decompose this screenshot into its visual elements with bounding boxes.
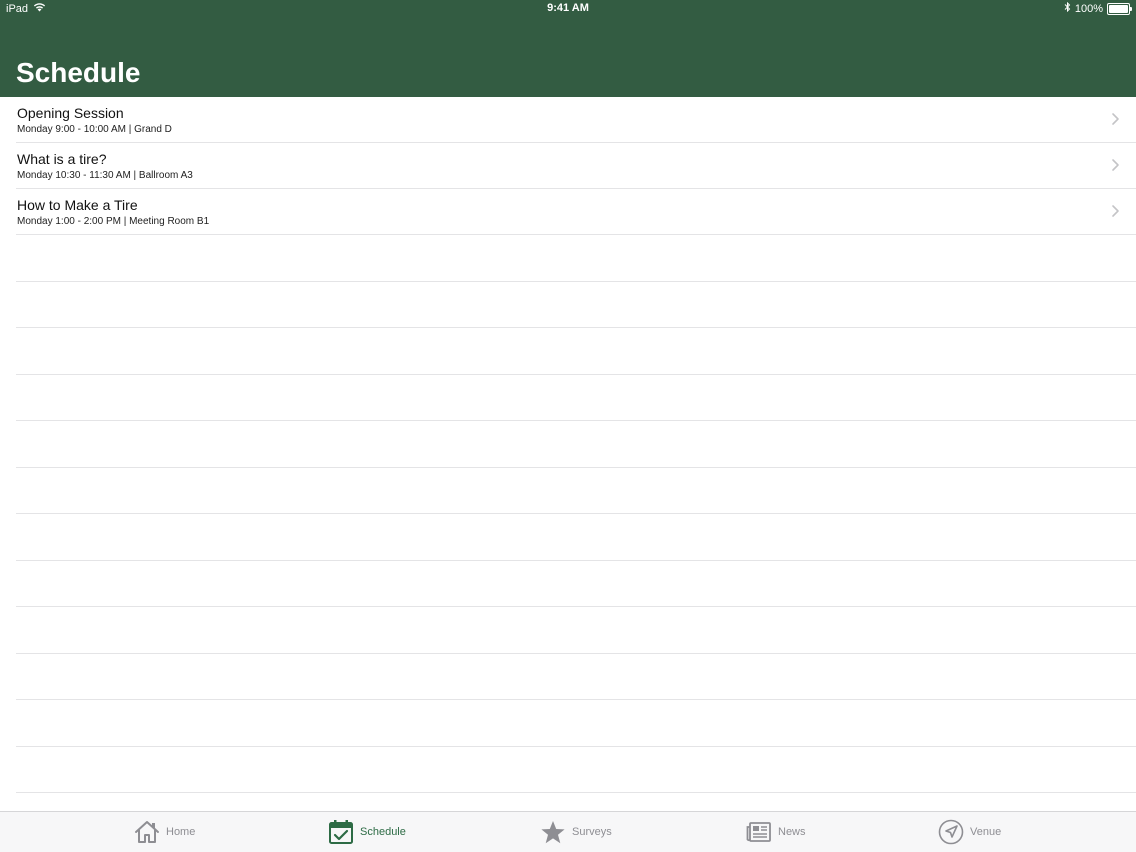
session-title: How to Make a Tire xyxy=(17,197,138,213)
session-subtitle: Monday 10:30 - 11:30 AM | Ballroom A3 xyxy=(17,170,193,181)
session-row[interactable]: What is a tire? Monday 10:30 - 11:30 AM … xyxy=(16,143,1136,189)
tab-home[interactable]: Home xyxy=(134,818,195,846)
chevron-right-icon xyxy=(1112,205,1119,217)
status-bar: iPad 9:41 AM 100% xyxy=(0,0,1136,18)
tab-label: Venue xyxy=(970,826,1002,838)
status-right: 100% xyxy=(1064,1,1132,15)
bluetooth-icon xyxy=(1064,1,1071,15)
empty-row xyxy=(16,468,1136,514)
session-subtitle: Monday 9:00 - 10:00 AM | Grand D xyxy=(17,124,172,135)
tab-bar: Home Schedule Surveys News Venue xyxy=(0,811,1136,852)
tab-label: Home xyxy=(166,826,196,838)
tab-label: News xyxy=(778,826,806,838)
tab-schedule[interactable]: Schedule xyxy=(328,818,406,846)
empty-row xyxy=(16,654,1136,700)
star-icon xyxy=(541,820,565,843)
empty-row xyxy=(16,747,1136,793)
session-row[interactable]: How to Make a Tire Monday 1:00 - 2:00 PM… xyxy=(16,189,1136,235)
empty-row xyxy=(16,282,1136,328)
empty-row xyxy=(16,561,1136,607)
session-title: What is a tire? xyxy=(17,151,107,167)
status-time: 9:41 AM xyxy=(547,2,589,14)
app: iPad 9:41 AM 100% Schedule Opening Sessi… xyxy=(0,0,1136,852)
location-arrow-icon xyxy=(938,819,964,845)
empty-row xyxy=(16,421,1136,468)
session-row[interactable]: Opening Session Monday 9:00 - 10:00 AM |… xyxy=(16,97,1136,143)
newspaper-icon xyxy=(746,822,771,842)
tab-label: Schedule xyxy=(360,826,406,838)
empty-row xyxy=(16,235,1136,282)
chevron-right-icon xyxy=(1112,159,1119,171)
chevron-right-icon xyxy=(1112,113,1119,125)
battery-fill xyxy=(1109,4,1128,13)
page-title: Schedule xyxy=(16,57,141,88)
tab-venue[interactable]: Venue xyxy=(938,818,1001,846)
home-icon xyxy=(135,821,159,843)
tab-label: Surveys xyxy=(572,826,612,838)
tab-news[interactable]: News xyxy=(746,818,806,846)
empty-row xyxy=(16,328,1136,375)
empty-row xyxy=(16,375,1136,421)
tab-surveys[interactable]: Surveys xyxy=(540,818,612,846)
session-subtitle: Monday 1:00 - 2:00 PM | Meeting Room B1 xyxy=(17,216,210,227)
battery-percent: 100% xyxy=(1074,2,1103,15)
battery-icon xyxy=(1107,2,1132,15)
empty-row xyxy=(16,607,1136,654)
calendar-check-icon xyxy=(329,820,353,844)
session-list[interactable]: Opening Session Monday 9:00 - 10:00 AM |… xyxy=(0,97,1136,811)
empty-row xyxy=(16,514,1136,561)
session-title: Opening Session xyxy=(17,105,124,121)
navigation-header: iPad 9:41 AM 100% Schedule xyxy=(0,0,1136,97)
empty-row xyxy=(16,700,1136,747)
